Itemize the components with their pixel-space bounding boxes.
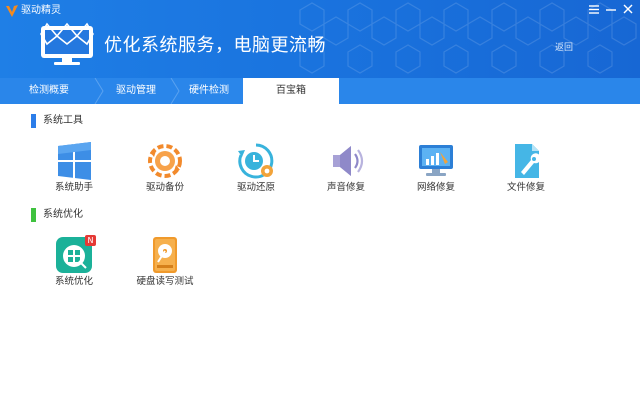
app-logo-icon bbox=[6, 5, 18, 17]
restore-clock-icon bbox=[238, 143, 274, 179]
header-slogan: 优化系统服务，电脑更流畅 bbox=[104, 35, 326, 56]
speaker-icon bbox=[333, 146, 364, 176]
toolbox-monitor-icon bbox=[40, 22, 94, 65]
tab-overview[interactable]: 检测概要 bbox=[0, 78, 98, 104]
gear-backup-icon bbox=[148, 144, 182, 178]
tab-driver-manage[interactable]: 驱动管理 bbox=[100, 78, 172, 104]
new-badge: N bbox=[85, 235, 96, 246]
tool-label: 系统助手 bbox=[54, 182, 93, 193]
tool-label: 硬盘读写测试 bbox=[136, 276, 194, 287]
section-marker bbox=[31, 208, 36, 222]
tab-hardware-check-label: 硬件检测 bbox=[189, 85, 229, 96]
hexagon-pattern bbox=[299, 2, 637, 74]
close-icon[interactable] bbox=[623, 3, 633, 18]
section-marker bbox=[31, 114, 36, 128]
main-tabbar: 检测概要 驱动管理 硬件检测 百宝箱 bbox=[0, 78, 640, 104]
tool-label: 声音修复 bbox=[326, 182, 365, 193]
tab-toolbox-label: 百宝箱 bbox=[276, 85, 306, 96]
tool-label: 系统优化 bbox=[54, 276, 93, 287]
tool-label: 文件修复 bbox=[506, 182, 545, 193]
tab-toolbox[interactable]: 百宝箱 bbox=[243, 78, 339, 104]
tool-label: 驱动还原 bbox=[236, 182, 275, 193]
app-header: 驱动精灵 优化系统服务，电脑更流畅 返回 bbox=[0, 0, 640, 78]
minimize-icon[interactable] bbox=[606, 3, 616, 18]
back-link[interactable]: 返回 bbox=[555, 42, 573, 54]
section-title: 系统优化 bbox=[43, 209, 83, 220]
network-monitor-icon bbox=[419, 145, 453, 176]
tab-overview-label: 检测概要 bbox=[29, 85, 69, 96]
tool-label: 驱动备份 bbox=[145, 182, 184, 193]
tool-label: 网络修复 bbox=[416, 182, 455, 193]
file-wrench-icon bbox=[515, 144, 541, 178]
section-title: 系统工具 bbox=[43, 115, 83, 126]
tab-driver-manage-label: 驱动管理 bbox=[116, 85, 156, 96]
app-title: 驱动精灵 bbox=[21, 5, 61, 16]
menu-icon[interactable] bbox=[589, 3, 599, 18]
windows-icon bbox=[58, 142, 91, 180]
disk-test-icon bbox=[153, 237, 177, 273]
tab-hardware-check[interactable]: 硬件检测 bbox=[176, 78, 242, 104]
